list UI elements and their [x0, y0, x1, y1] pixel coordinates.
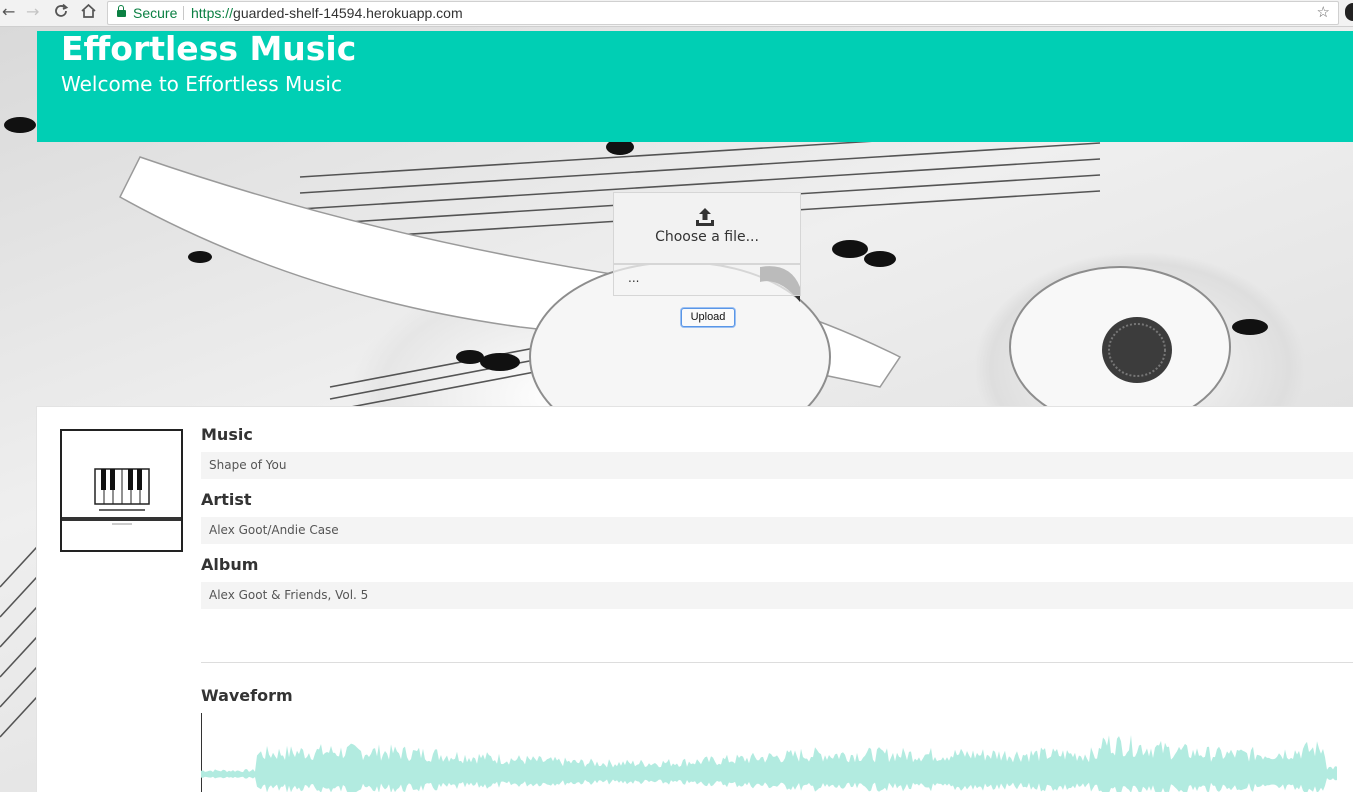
forward-icon[interactable]: →: [26, 3, 39, 21]
filename-field[interactable]: ...: [613, 264, 801, 296]
section-divider: [201, 662, 1353, 663]
waveform-canvas[interactable]: [201, 713, 1338, 792]
url-scheme: https://: [191, 5, 234, 21]
artist-label: Artist: [201, 490, 252, 509]
waveform-shape: [201, 735, 1337, 792]
album-cover: [60, 429, 183, 552]
home-icon[interactable]: [80, 3, 97, 23]
star-icon[interactable]: ☆: [1317, 2, 1330, 24]
choose-file-label: Choose a file...: [655, 229, 759, 245]
music-value: Shape of You: [209, 458, 287, 472]
album-label: Album: [201, 555, 259, 574]
page-background: Effortless Music Welcome to Effortless M…: [0, 27, 1353, 792]
artist-field[interactable]: Alex Goot/Andie Case: [201, 517, 1353, 544]
site-subtitle: Welcome to Effortless Music: [61, 72, 342, 96]
track-card: Music Shape of You Artist Alex Goot/Andi…: [36, 406, 1353, 792]
back-icon[interactable]: ←: [2, 3, 15, 21]
upload-icon: [696, 208, 714, 226]
filename-placeholder: ...: [628, 271, 640, 285]
omnibox-divider: [183, 6, 184, 20]
album-value: Alex Goot & Friends, Vol. 5: [209, 588, 369, 602]
extension-icon[interactable]: [1345, 3, 1353, 21]
site-header: Effortless Music Welcome to Effortless M…: [37, 29, 1353, 142]
choose-file-button[interactable]: Choose a file...: [613, 192, 801, 264]
lock-icon: [117, 5, 126, 18]
upload-button[interactable]: Upload: [681, 308, 735, 327]
url-text[interactable]: https://guarded-shelf-14594.herokuapp.co…: [191, 2, 463, 24]
music-field[interactable]: Shape of You: [201, 452, 1353, 479]
url-host: guarded-shelf-14594.herokuapp.com: [233, 5, 463, 21]
site-title: Effortless Music: [61, 29, 357, 68]
music-label: Music: [201, 425, 253, 444]
reload-icon[interactable]: [53, 3, 69, 23]
secure-label: Secure: [133, 5, 178, 21]
album-field[interactable]: Alex Goot & Friends, Vol. 5: [201, 582, 1353, 609]
artist-value: Alex Goot/Andie Case: [209, 523, 339, 537]
address-bar[interactable]: Secure https://guarded-shelf-14594.herok…: [107, 1, 1339, 25]
piano-logo: [62, 468, 181, 525]
waveform-label: Waveform: [201, 686, 293, 705]
browser-toolbar: ← → Secure https://guarded-shelf-14594.h…: [0, 0, 1353, 27]
